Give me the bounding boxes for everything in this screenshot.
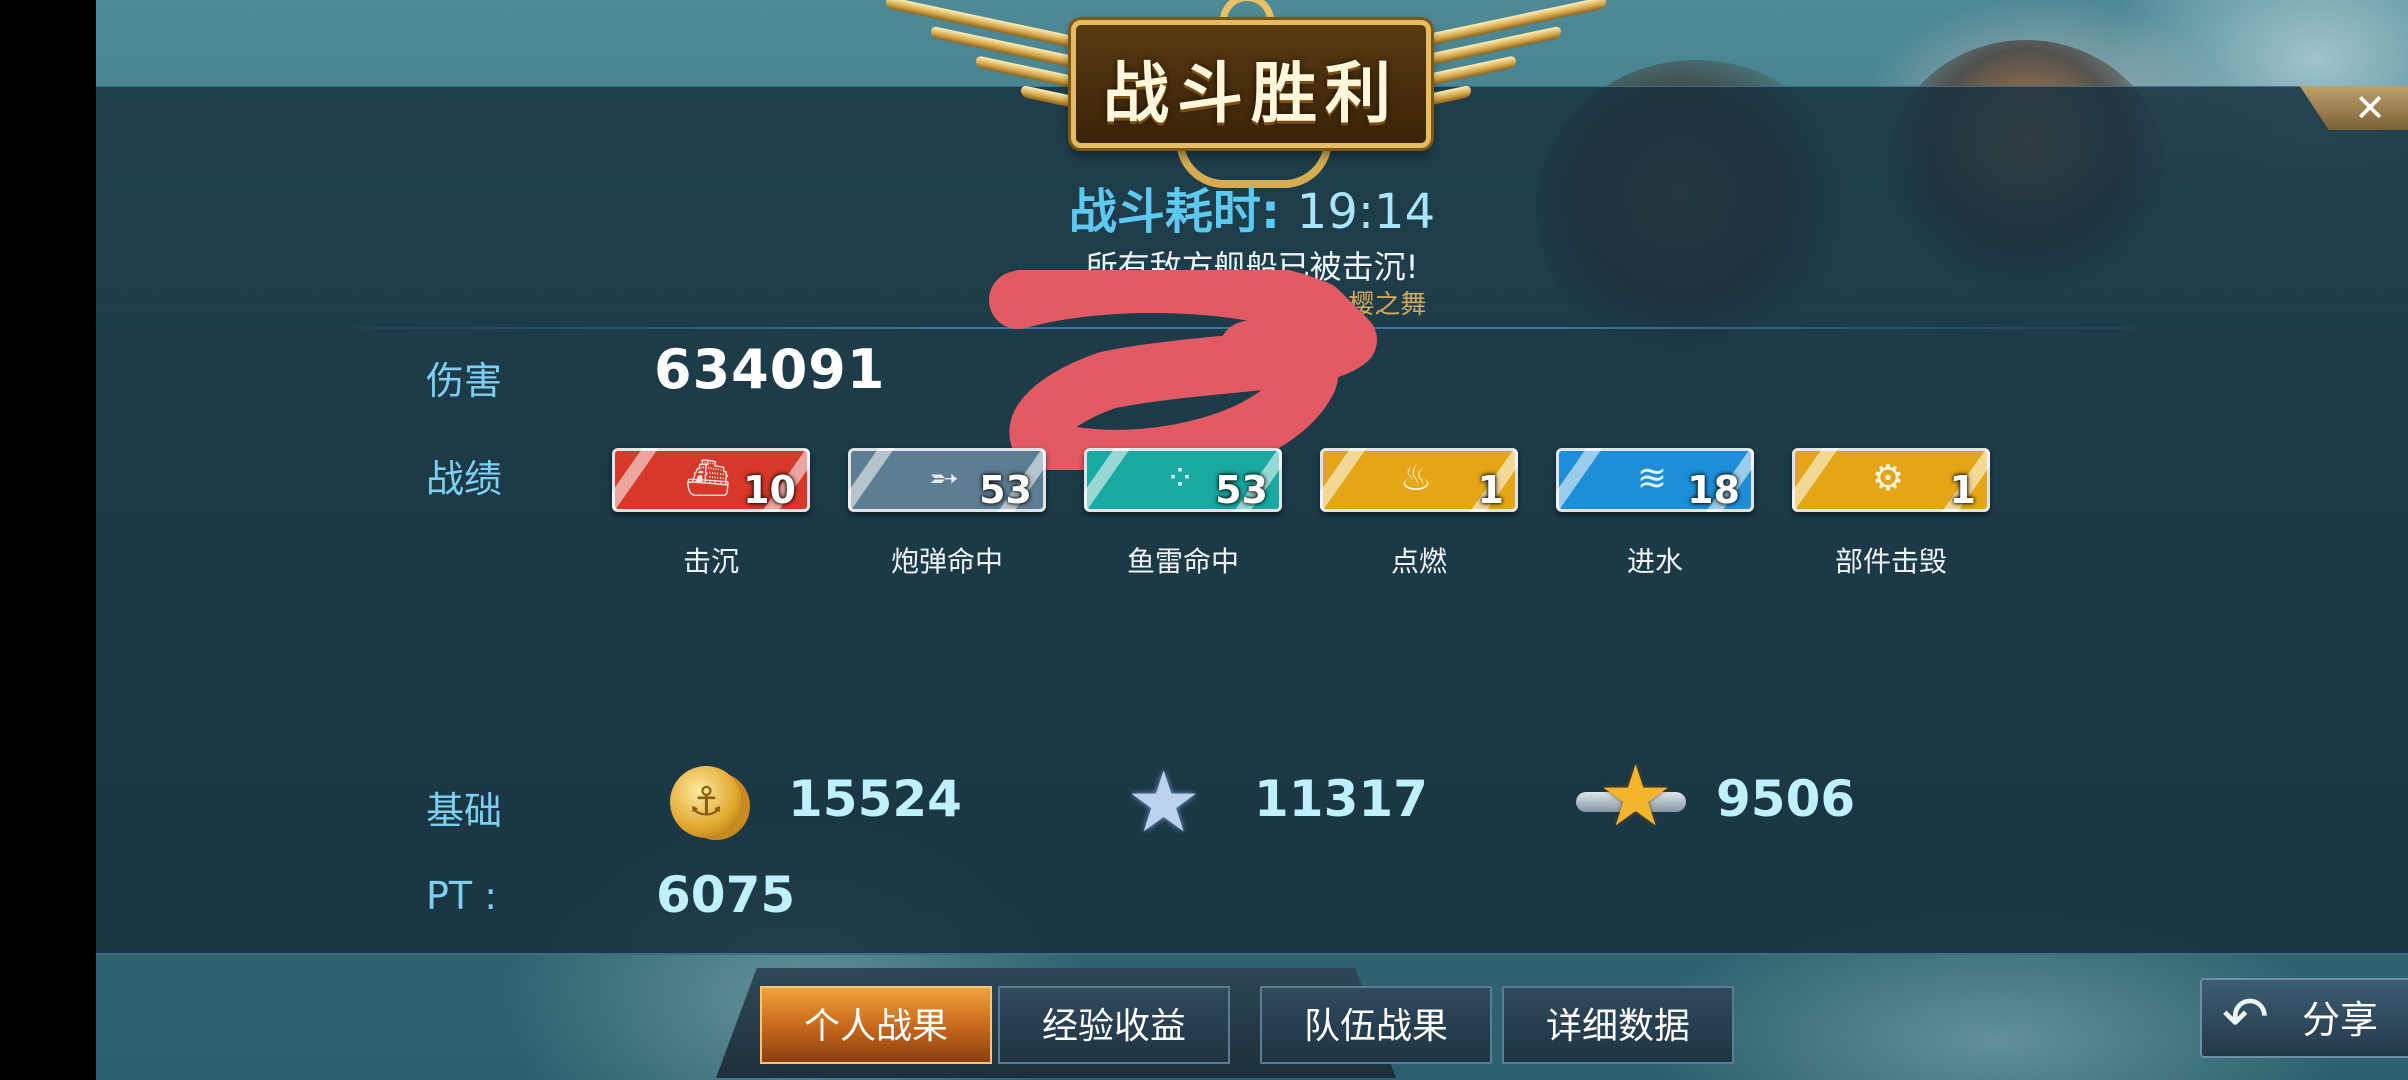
torpedo-icon: ⁘ <box>1164 458 1196 499</box>
pt-label: PT : <box>426 874 498 918</box>
silver-star-icon: ★ <box>1126 753 1202 851</box>
badge-shell-hits[interactable]: ➵ 53 <box>848 448 1046 512</box>
water-icon: ≋ <box>1636 458 1668 499</box>
shell-icon: ➵ <box>928 458 960 499</box>
record-label: 战绩 <box>426 457 503 501</box>
badge-count: 1 <box>1477 468 1504 512</box>
victory-title: 战斗胜利 <box>1103 55 1399 132</box>
gold-exp-value: 9506 <box>1716 770 1856 828</box>
share-button[interactable]: ↶ 分享 <box>2200 978 2408 1058</box>
base-label: 基础 <box>426 789 503 833</box>
badge-label: 击沉 <box>682 545 739 578</box>
left-black-bar <box>0 0 96 1080</box>
badge-count: 1 <box>1949 468 1976 512</box>
badge-label: 点燃 <box>1390 545 1447 578</box>
gold-winged-star-icon: ★ <box>1576 754 1686 844</box>
share-arrow-icon: ↶ <box>2222 985 2269 1050</box>
badge-label: 炮弹命中 <box>890 545 1003 578</box>
victory-emblem: 战斗胜利 <box>886 0 1606 190</box>
pt-value: 6075 <box>656 866 796 924</box>
battle-time: 战斗耗时: 19:14 <box>96 172 2408 242</box>
tab-team-results[interactable]: 队伍战果 <box>1260 986 1492 1064</box>
close-icon: ✕ <box>2354 86 2386 130</box>
tab-personal-results[interactable]: 个人战果 <box>760 986 992 1064</box>
coins-value: 15524 <box>788 770 962 828</box>
battle-scene-background: 战斗胜利 ✕ 战斗耗时: 19:14 所有敌方舰船已被击沉! V 岛·樱之舞 伤… <box>96 0 2408 1080</box>
redaction-scribble <box>989 270 1377 470</box>
badge-sunk[interactable]: ⛴ 10 <box>612 448 810 512</box>
badge-label: 进水 <box>1626 545 1683 578</box>
badge-count: 18 <box>1687 468 1740 512</box>
badge-module-destroyed[interactable]: ⚙ 1 <box>1792 448 1990 512</box>
damage-value: 634091 <box>654 338 886 401</box>
damage-label: 伤害 <box>426 359 503 403</box>
anchor-coin-icon: ⚓ <box>670 766 742 838</box>
battle-time-value: 19:14 <box>1296 184 1436 240</box>
badge-count: 10 <box>743 468 796 512</box>
tab-detailed-data[interactable]: 详细数据 <box>1502 986 1734 1064</box>
tab-exp-rewards[interactable]: 经验收益 <box>998 986 1230 1064</box>
gear-icon: ⚙ <box>1871 458 1905 499</box>
battle-time-label: 战斗耗时: <box>1068 184 1281 240</box>
badge-ignite[interactable]: ♨ 1 <box>1320 448 1518 512</box>
badge-flooding[interactable]: ≋ 18 <box>1556 448 1754 512</box>
badge-label: 部件击毁 <box>1834 545 1947 578</box>
ship-icon: ⛴ <box>685 458 731 499</box>
badge-count: 53 <box>1215 468 1268 512</box>
fire-icon: ♨ <box>1399 458 1433 499</box>
badge-label: 鱼雷命中 <box>1126 545 1239 578</box>
badge-torpedo-hits[interactable]: ⁘ 53 <box>1084 448 1282 512</box>
badge-count: 53 <box>979 468 1032 512</box>
silver-exp-value: 11317 <box>1254 770 1428 828</box>
share-label: 分享 <box>2302 998 2379 1042</box>
